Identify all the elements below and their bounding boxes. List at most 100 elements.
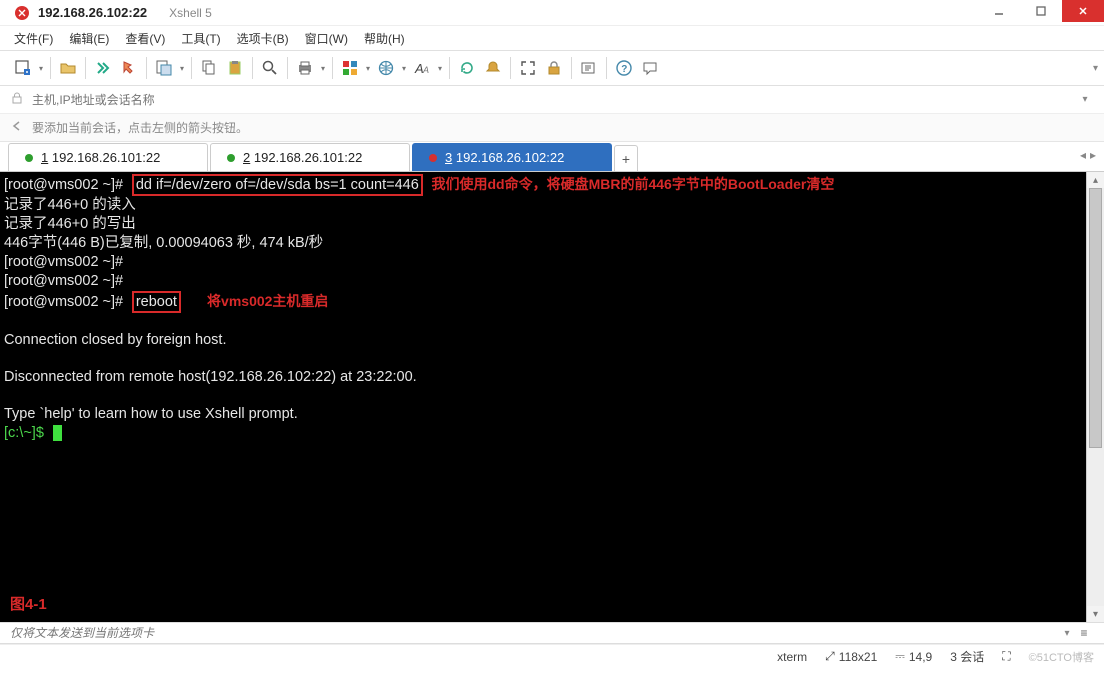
lock-button[interactable] bbox=[541, 55, 567, 81]
hint-bar: 要添加当前会话，点击左侧的箭头按钮。 bbox=[0, 114, 1104, 142]
maximize-button[interactable] bbox=[1020, 0, 1062, 22]
help-button[interactable]: ? bbox=[611, 55, 637, 81]
terminal-line: 记录了446+0 的写出 bbox=[4, 216, 136, 232]
terminal-line: 446字节(446 B)已复制, 0.00094063 秒, 474 kB/秒 bbox=[4, 235, 323, 251]
status-expand-icon[interactable]: ⛶ bbox=[1002, 649, 1010, 664]
menu-bar: 文件(F) 编辑(E) 查看(V) 工具(T) 选项卡(B) 窗口(W) 帮助(… bbox=[0, 26, 1104, 50]
compose-button[interactable] bbox=[576, 55, 602, 81]
tab-nav: ◂ ▸ bbox=[1080, 148, 1096, 162]
scroll-down-icon[interactable]: ▾ bbox=[1087, 606, 1104, 622]
terminal-area: [root@vms002 ~]# dd if=/dev/zero of=/dev… bbox=[0, 172, 1104, 622]
tab-status-icon bbox=[429, 154, 437, 162]
send-dropdown-icon[interactable]: ▾ bbox=[1060, 628, 1074, 639]
lock-icon bbox=[10, 91, 28, 108]
connect-button[interactable] bbox=[90, 55, 116, 81]
notify-button[interactable] bbox=[480, 55, 506, 81]
menu-tools[interactable]: 工具(T) bbox=[181, 30, 220, 47]
minimize-button[interactable] bbox=[978, 0, 1020, 22]
address-input[interactable] bbox=[32, 93, 1076, 107]
title-bar: 192.168.26.102:22 Xshell 5 bbox=[0, 0, 1104, 26]
dropdown-icon[interactable]: ▾ bbox=[318, 64, 328, 73]
terminal-line: Connection closed by foreign host. bbox=[4, 332, 226, 348]
app-name: Xshell 5 bbox=[169, 6, 212, 20]
tab-session-2[interactable]: 2 192.168.26.101:22 bbox=[210, 143, 410, 171]
terminal-line: 记录了446+0 的读入 bbox=[4, 197, 136, 213]
prompt: [root@vms002 ~]# bbox=[4, 254, 123, 270]
print-button[interactable] bbox=[292, 55, 318, 81]
prompt: [root@vms002 ~]# bbox=[4, 177, 123, 193]
terminal-line: Type `help' to learn how to use Xshell p… bbox=[4, 406, 298, 422]
refresh-button[interactable] bbox=[454, 55, 480, 81]
disconnect-button[interactable] bbox=[116, 55, 142, 81]
language-button[interactable] bbox=[373, 55, 399, 81]
prompt: [root@vms002 ~]# bbox=[4, 294, 123, 310]
dropdown-icon[interactable]: ▾ bbox=[363, 64, 373, 73]
address-bar: ▾ bbox=[0, 86, 1104, 114]
status-cursor: ⎓ 14,9 bbox=[895, 649, 932, 664]
close-button[interactable] bbox=[1062, 0, 1104, 22]
terminal-output[interactable]: [root@vms002 ~]# dd if=/dev/zero of=/dev… bbox=[0, 172, 1086, 622]
tab-prev-icon[interactable]: ◂ bbox=[1080, 148, 1086, 162]
dropdown-icon[interactable]: ▾ bbox=[399, 64, 409, 73]
scrollbar[interactable]: ▴ ▾ bbox=[1086, 172, 1104, 622]
new-tab-button[interactable]: + bbox=[614, 145, 638, 171]
menu-view[interactable]: 查看(V) bbox=[125, 30, 165, 47]
menu-file[interactable]: 文件(F) bbox=[14, 30, 53, 47]
toolbar-overflow-icon[interactable]: ▾ bbox=[1093, 63, 1098, 74]
tab-next-icon[interactable]: ▸ bbox=[1090, 148, 1096, 162]
terminal-line: Disconnected from remote host(192.168.26… bbox=[4, 369, 417, 385]
terminal-cursor bbox=[53, 425, 62, 441]
paste-button[interactable] bbox=[222, 55, 248, 81]
scroll-up-icon[interactable]: ▴ bbox=[1087, 172, 1104, 188]
figure-label: 图4-1 bbox=[10, 596, 47, 614]
properties-button[interactable] bbox=[151, 55, 177, 81]
send-menu-icon[interactable]: ≡ bbox=[1074, 626, 1094, 640]
search-button[interactable] bbox=[257, 55, 283, 81]
svg-text:A: A bbox=[422, 65, 429, 75]
tab-label: 192.168.26.101:22 bbox=[52, 150, 160, 165]
watermark: ©51CTO博客 bbox=[1029, 649, 1094, 665]
dropdown-icon[interactable]: ▾ bbox=[177, 64, 187, 73]
tab-session-3[interactable]: 3 192.168.26.102:22 bbox=[412, 143, 612, 171]
prompt: [root@vms002 ~]# bbox=[4, 273, 123, 289]
tab-number: 1 bbox=[41, 150, 48, 165]
tab-label: 192.168.26.101:22 bbox=[254, 150, 362, 165]
dropdown-icon[interactable]: ▾ bbox=[435, 64, 445, 73]
menu-edit[interactable]: 编辑(E) bbox=[69, 30, 109, 47]
tab-status-icon bbox=[25, 154, 33, 162]
annotation-text: 将vms002主机重启 bbox=[207, 293, 328, 309]
fullscreen-button[interactable] bbox=[515, 55, 541, 81]
hint-arrow-icon[interactable] bbox=[10, 119, 28, 136]
send-bar: ▾ ≡ bbox=[0, 622, 1104, 644]
menu-tabs[interactable]: 选项卡(B) bbox=[237, 30, 289, 47]
status-term: xterm bbox=[777, 650, 807, 664]
cursor-icon: ⎓ bbox=[895, 649, 905, 664]
send-input[interactable] bbox=[10, 626, 1060, 640]
tab-number: 2 bbox=[243, 150, 250, 165]
annotation-text: 我们使用dd命令，将硬盘MBR的前446字节中的BootLoader清空 bbox=[431, 176, 834, 192]
color-scheme-button[interactable] bbox=[337, 55, 363, 81]
dropdown-icon[interactable]: ▾ bbox=[36, 64, 46, 73]
window-controls bbox=[978, 0, 1104, 22]
toolbar: ▾ ▾ ▾ ▾ ▾ AA ▾ ? ▾ bbox=[0, 50, 1104, 86]
copy-button[interactable] bbox=[196, 55, 222, 81]
resize-icon: ⤢ bbox=[825, 649, 835, 664]
app-icon bbox=[14, 5, 30, 21]
new-session-button[interactable] bbox=[10, 55, 36, 81]
scroll-thumb[interactable] bbox=[1089, 188, 1102, 448]
menu-window[interactable]: 窗口(W) bbox=[305, 30, 348, 47]
status-size: ⤢ 118x21 bbox=[825, 649, 877, 664]
address-dropdown-icon[interactable]: ▾ bbox=[1076, 94, 1094, 105]
menu-help[interactable]: 帮助(H) bbox=[364, 30, 405, 47]
highlighted-command: reboot bbox=[132, 291, 181, 313]
tab-label: 192.168.26.102:22 bbox=[456, 150, 564, 165]
font-button[interactable]: AA bbox=[409, 55, 435, 81]
window-title: 192.168.26.102:22 bbox=[38, 5, 147, 20]
highlighted-command: dd if=/dev/zero of=/dev/sda bs=1 count=4… bbox=[132, 174, 423, 196]
chat-button[interactable] bbox=[637, 55, 663, 81]
tab-number: 3 bbox=[445, 150, 452, 165]
status-bar: xterm ⤢ 118x21 ⎓ 14,9 3 会话 ⛶ ©51CTO博客 bbox=[0, 644, 1104, 668]
open-button[interactable] bbox=[55, 55, 81, 81]
tab-session-1[interactable]: 1 192.168.26.101:22 bbox=[8, 143, 208, 171]
tab-status-icon bbox=[227, 154, 235, 162]
